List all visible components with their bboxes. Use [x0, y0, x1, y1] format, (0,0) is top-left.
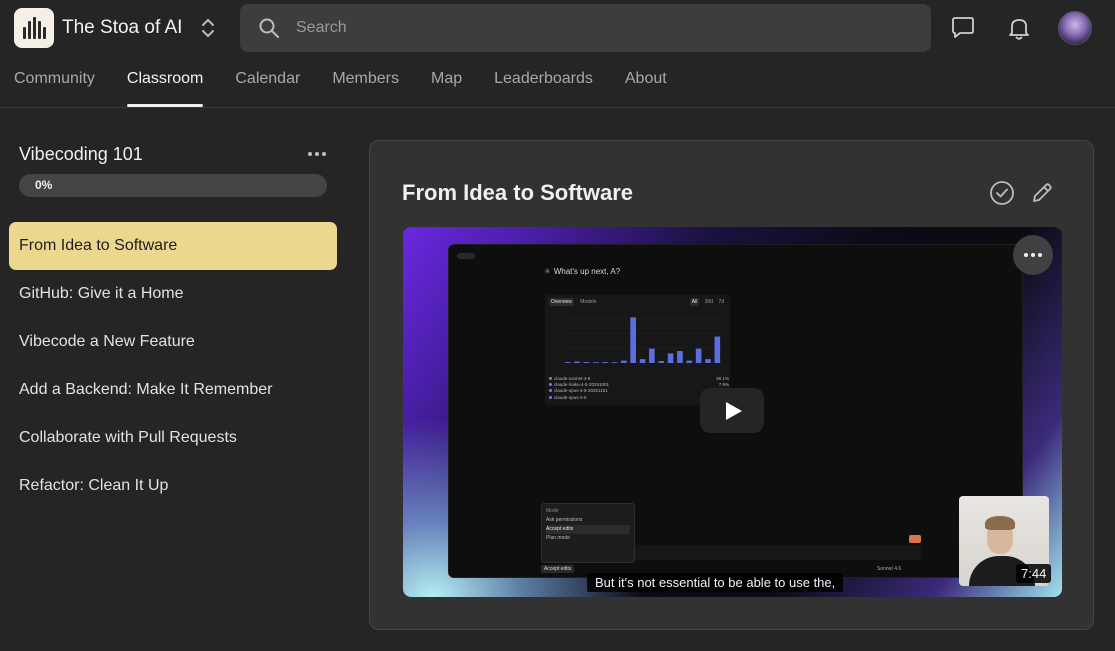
video-caption: But it's not essential to be able to use…: [587, 573, 844, 592]
lesson-video-player[interactable]: ✳ What's up next, A? Overview Models All …: [403, 227, 1062, 597]
user-avatar[interactable]: [1058, 11, 1092, 45]
screen-tab-7d: 7d: [718, 299, 724, 305]
edit-pencil-icon[interactable]: [1028, 179, 1056, 207]
top-header: The Stoa of AI Community Classroom Calen…: [0, 0, 1115, 108]
mark-complete-check-icon[interactable]: [988, 179, 1016, 207]
screen-prompt-text: What's up next, A?: [553, 267, 621, 276]
main-nav-tabs: Community Classroom Calendar Members Map…: [0, 60, 683, 108]
community-switcher-icon[interactable]: [198, 16, 218, 40]
screen-chart-bar: [583, 362, 590, 363]
screen-legend-dot: [549, 389, 552, 393]
screen-window-controls: [457, 253, 475, 259]
lesson-item-vibecode-a-new-feature[interactable]: Vibecode a New Feature: [9, 318, 337, 366]
screen-legend-dot: [549, 383, 552, 387]
screen-tab-overview: Overview: [549, 298, 574, 306]
tab-classroom[interactable]: Classroom: [111, 60, 219, 107]
tab-map[interactable]: Map: [415, 60, 478, 107]
search-input[interactable]: [296, 4, 896, 52]
screen-tab-30d: 30d: [704, 299, 714, 305]
screen-chart-bar: [695, 348, 702, 363]
screen-mode-header: Mode: [546, 508, 559, 514]
screen-panel-tabs-right: All 30d 7d: [686, 298, 724, 306]
screen-chart-bar: [714, 336, 721, 363]
community-name[interactable]: The Stoa of AI: [62, 17, 182, 39]
tab-about[interactable]: About: [609, 60, 683, 107]
screen-chart-bar: [630, 317, 636, 363]
course-progress-bar: 0%: [19, 174, 327, 197]
screen-chart-bar: [677, 351, 683, 363]
screen-chart-bar: [658, 361, 665, 363]
screen-chart-bar: [639, 359, 646, 363]
screen-mascot-icon: [909, 535, 921, 543]
screen-legend-dot: [549, 377, 552, 380]
screen-chart-bar: [611, 362, 618, 363]
chat-icon[interactable]: [949, 14, 977, 42]
screen-tab-models: Models: [580, 299, 597, 305]
course-title: Vibecoding 101: [19, 144, 143, 164]
screen-tab-all: All: [689, 298, 700, 306]
lesson-item-collaborate-with-pull-requests[interactable]: Collaborate with Pull Requests: [9, 414, 337, 462]
community-logo-icon[interactable]: [14, 8, 54, 48]
tab-leaderboards[interactable]: Leaderboards: [478, 60, 609, 107]
lesson-title: From Idea to Software: [402, 180, 634, 205]
screen-usage-chart: [563, 317, 722, 363]
search-icon: [259, 18, 279, 38]
presenter-hair: [985, 516, 1015, 530]
screen-mode-item: Plan mode: [546, 535, 570, 541]
screen-mode-item-selected: Accept edits: [546, 525, 630, 534]
screen-chart-bar: [649, 348, 655, 363]
tab-community[interactable]: Community: [0, 60, 111, 107]
lesson-item-github-give-it-a-home[interactable]: GitHub: Give it a Home: [9, 270, 337, 318]
screen-model-label: Sonnet 4.6: [877, 566, 902, 572]
lesson-item-from-idea-to-software[interactable]: From Idea to Software: [9, 222, 337, 270]
asterisk-icon: ✳: [544, 267, 551, 276]
video-more-options-icon[interactable]: [1013, 235, 1053, 275]
course-progress-text: 0%: [35, 178, 53, 192]
screen-chart-bar: [574, 361, 580, 363]
screen-prompt: ✳ What's up next, A?: [544, 267, 620, 276]
screen-chart-bar: [667, 353, 674, 363]
video-play-button[interactable]: [700, 388, 764, 433]
lesson-list: From Idea to Software GitHub: Give it a …: [9, 222, 337, 510]
screen-chart-bar: [592, 362, 599, 363]
screen-chart-bar: [620, 360, 627, 363]
screen-legend-name: claude-opus-4-6: [549, 395, 587, 401]
search-bar[interactable]: [240, 4, 931, 52]
tab-members[interactable]: Members: [316, 60, 415, 107]
screen-chart-bar: [686, 360, 693, 363]
screen-legend-dot: [549, 395, 552, 399]
lesson-item-refactor-clean-it-up[interactable]: Refactor: Clean It Up: [9, 462, 337, 510]
screen-chart-bar: [602, 362, 608, 363]
screen-usage-panel: Overview Models All 30d 7d claude-sonnet…: [545, 295, 730, 405]
notification-bell-icon[interactable]: [1005, 14, 1033, 42]
lesson-content-card: From Idea to Software ✳ What's up next, A…: [369, 140, 1094, 630]
screen-chart-bar: [705, 359, 711, 363]
screen-panel-tabs-left: Overview Models: [549, 298, 601, 306]
video-duration: 7:44: [1016, 564, 1052, 583]
lesson-item-add-a-backend[interactable]: Add a Backend: Make It Remember: [9, 366, 337, 414]
course-options-more-icon[interactable]: [306, 146, 328, 162]
screen-bottom-chip: Accept edits: [541, 565, 575, 573]
screen-mode-item: Ask permissions: [546, 517, 583, 523]
tab-calendar[interactable]: Calendar: [219, 60, 316, 107]
screen-mode-menu: Mode Ask permissions Accept edits Plan m…: [541, 503, 635, 563]
screen-chart-bar: [564, 362, 571, 363]
